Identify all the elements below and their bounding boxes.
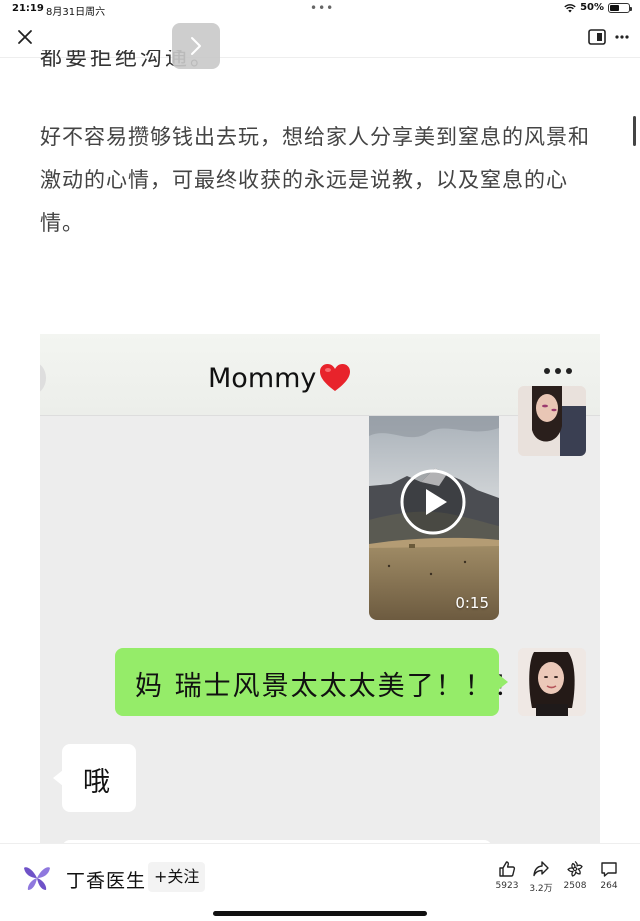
thumbs-up-icon (499, 861, 516, 877)
reader-mode-icon[interactable] (588, 29, 606, 45)
battery-fill (610, 4, 619, 11)
comment-bubble-icon (601, 862, 617, 877)
avatar (518, 386, 586, 456)
chat-screenshot-image: Mommy 0:15 妈 瑞士风景太太太美了！！！ 哦 (40, 334, 600, 849)
share-arrow-icon (533, 861, 549, 877)
chat-title: Mommy (208, 362, 352, 394)
sent-message-bubble: 妈 瑞士风景太太太美了！！！ (115, 648, 521, 716)
comment-count: 264 (600, 881, 618, 891)
avatar (518, 648, 586, 716)
battery-percentage: 50% (580, 2, 604, 13)
status-right: 50% (564, 2, 632, 13)
status-time: 21:19 (12, 3, 44, 14)
chevron-right-icon (191, 37, 201, 55)
status-date: 8月31日周六 (46, 7, 106, 18)
more-options-icon[interactable] (614, 29, 630, 45)
home-indicator[interactable] (213, 911, 427, 916)
author-logo-icon[interactable] (22, 862, 52, 892)
recommend-count: 2508 (563, 881, 587, 891)
bottom-bar: 丁香医生 +关注 5923 3.2万 2508 264 (0, 843, 640, 921)
comment-button[interactable]: 264 (591, 860, 627, 891)
status-bar: 21:19 8月31日周六 ••• 50% (0, 0, 640, 18)
author-name[interactable]: 丁香医生 (66, 866, 146, 893)
message-text: 妈 瑞士风景太太太美了！！！ (135, 671, 523, 702)
heart-icon (320, 364, 351, 391)
scrollbar[interactable] (633, 116, 636, 146)
chat-more-icon (544, 368, 572, 374)
play-icon (400, 469, 466, 535)
video-message: 0:15 (369, 416, 499, 620)
chat-contact-name: Mommy (208, 362, 317, 394)
follow-button[interactable]: +关注 (148, 862, 206, 892)
like-button[interactable]: 5923 (489, 860, 525, 891)
video-duration: 0:15 (455, 594, 489, 612)
recommend-flower-icon (567, 860, 583, 877)
message-text: 哦 (83, 767, 110, 798)
chat-back-icon (40, 362, 46, 394)
recommend-button[interactable]: 2508 (557, 860, 593, 891)
share-button[interactable]: 3.2万 (523, 860, 559, 894)
chat-header: Mommy (40, 334, 600, 416)
multitasking-dots-icon[interactable]: ••• (310, 1, 334, 15)
next-article-button[interactable] (172, 23, 220, 69)
share-count: 3.2万 (529, 884, 553, 894)
received-message-bubble: 哦 (53, 744, 136, 812)
battery-icon (608, 2, 632, 13)
like-count: 5923 (495, 881, 519, 891)
wifi-icon (564, 3, 576, 12)
article-paragraph: 好不容易攒够钱出去玩，想给家人分享美到窒息的风景和激动的心情，可最终收获的永远是… (40, 125, 590, 235)
close-icon[interactable] (16, 28, 34, 46)
